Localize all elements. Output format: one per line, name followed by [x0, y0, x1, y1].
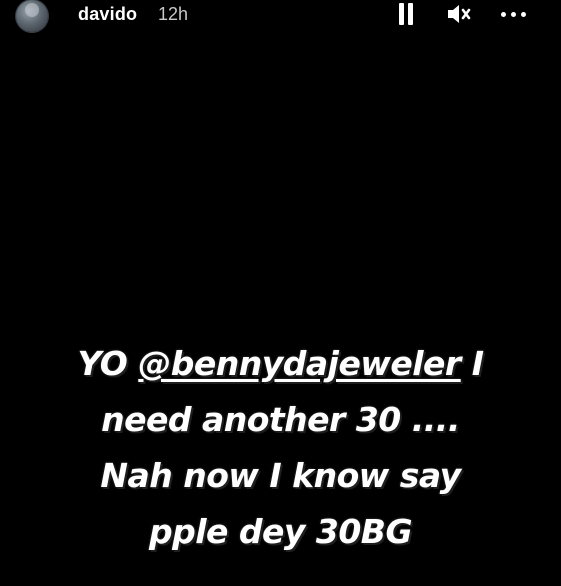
story-viewer[interactable]: davido 12h YO @bennydajeweler I need ano… [0, 0, 561, 586]
pause-button[interactable] [394, 2, 418, 26]
story-header: davido 12h [0, 0, 561, 34]
speaker-muted-icon [448, 5, 471, 23]
mention-link[interactable]: @bennydajeweler [138, 344, 461, 383]
more-dots-icon [500, 11, 526, 17]
post-time: 12h [158, 4, 189, 24]
username[interactable]: davido [78, 4, 137, 24]
caption-line-4: pple dey 30BG [148, 512, 413, 551]
caption-line-1: YO @bennydajeweler I [0, 336, 561, 392]
caption-line-3: Nah now I know say [100, 456, 461, 495]
caption-text: YO [77, 344, 128, 383]
profile-avatar[interactable] [16, 0, 48, 32]
story-caption: YO @bennydajeweler I need another 30 ...… [0, 336, 561, 560]
caption-line-2: need another 30 .... [101, 400, 460, 439]
caption-text: I [471, 344, 484, 383]
more-options-button[interactable] [498, 2, 528, 26]
mute-button[interactable] [444, 2, 474, 26]
pause-icon [397, 3, 415, 25]
